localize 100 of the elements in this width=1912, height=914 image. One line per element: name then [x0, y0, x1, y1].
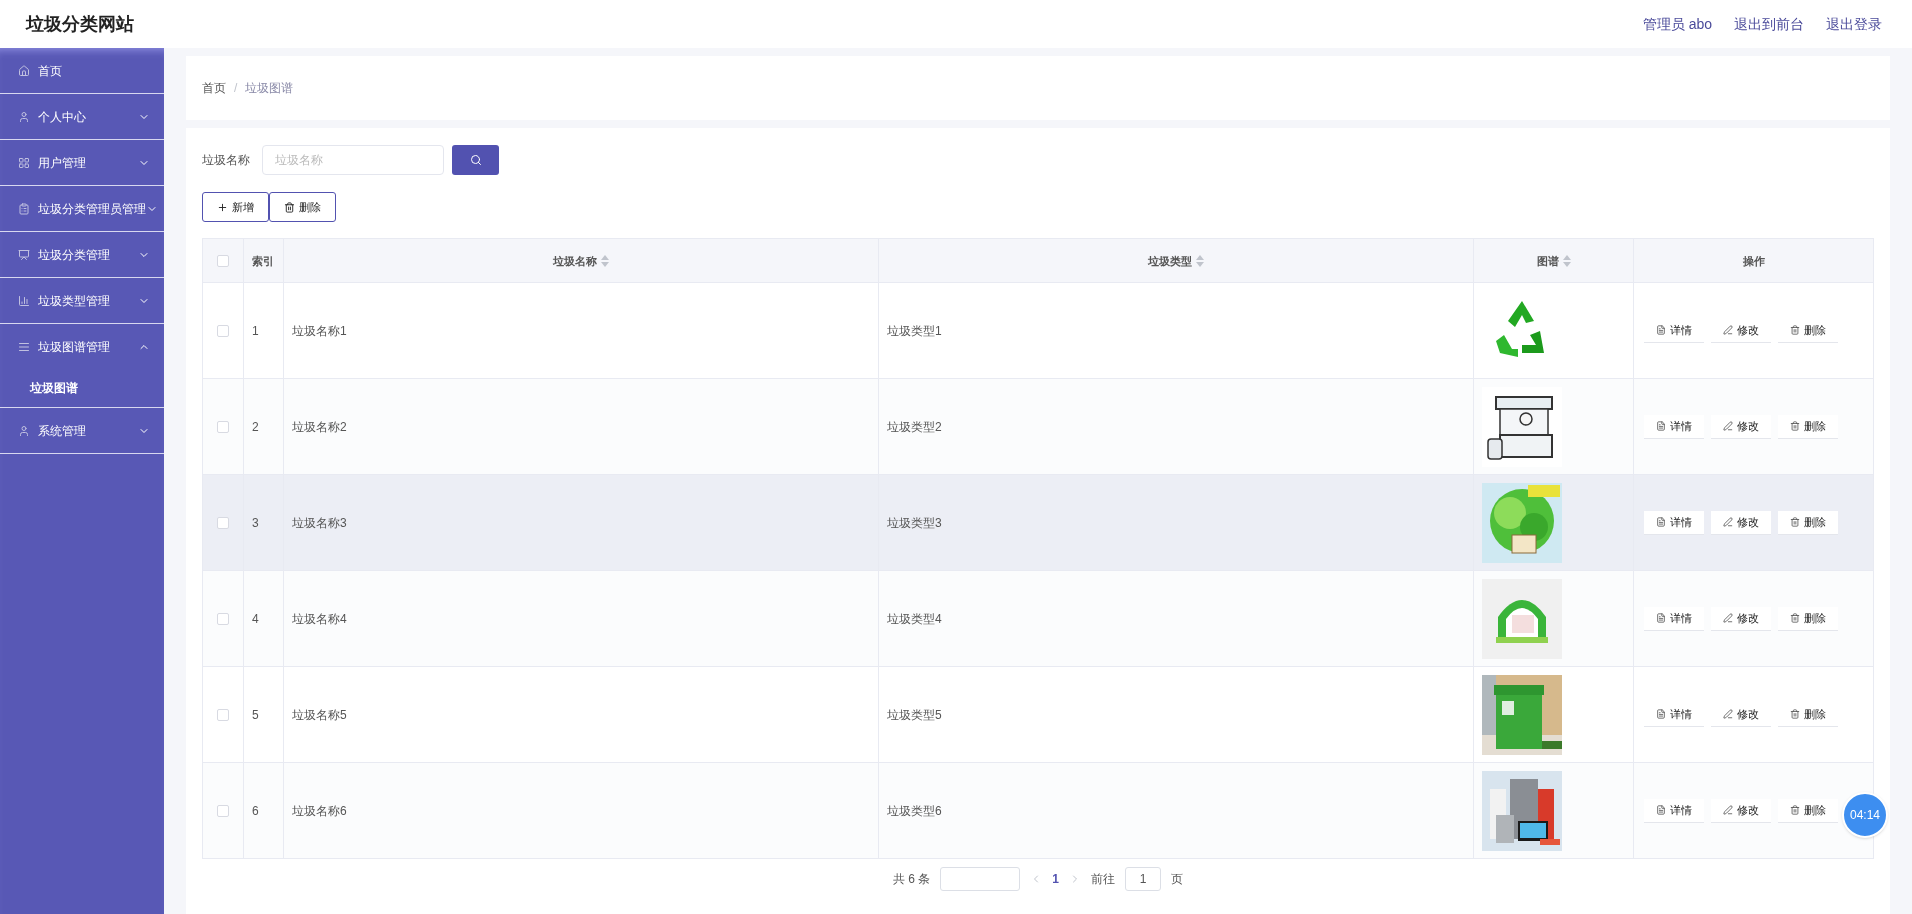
table-row[interactable]: 1 垃圾名称1 垃圾类型1 详情 修改 删除 — [202, 282, 1874, 379]
column-header: 索引 — [252, 253, 274, 269]
sidebar-item[interactable]: 垃圾类型管理 — [0, 278, 164, 323]
column-header: 垃圾名称 — [553, 253, 597, 269]
edit-button[interactable]: 修改 — [1711, 606, 1771, 631]
trash-icon — [1790, 325, 1800, 335]
document-icon — [1656, 709, 1666, 719]
sidebar-item[interactable]: 个人中心 — [0, 94, 164, 139]
detail-button[interactable]: 详情 — [1644, 606, 1704, 631]
table-cell: 垃圾名称3 — [292, 515, 347, 530]
user-icon — [18, 424, 30, 437]
add-button[interactable]: 新增 — [202, 192, 269, 222]
sidebar-subitem[interactable]: 垃圾图谱 — [0, 369, 164, 407]
row-checkbox[interactable] — [217, 517, 229, 530]
table-cell: 垃圾名称6 — [292, 803, 347, 818]
table-cell: 垃圾类型5 — [887, 707, 942, 722]
table-row[interactable]: 2 垃圾名称2 垃圾类型2 详情 修改 删除 — [202, 378, 1874, 475]
detail-button[interactable]: 详情 — [1644, 798, 1704, 823]
table-cell: 垃圾类型3 — [887, 515, 942, 530]
table-cell: 2 — [252, 419, 259, 434]
table-cell: 垃圾名称4 — [292, 611, 347, 626]
pencil-icon — [1723, 805, 1733, 815]
table-cell: 垃圾名称1 — [292, 323, 347, 338]
delete-button[interactable]: 删除 — [1778, 414, 1838, 439]
document-icon — [1656, 805, 1666, 815]
edit-button[interactable]: 修改 — [1711, 510, 1771, 535]
table-cell: 垃圾类型1 — [887, 323, 942, 338]
page-number[interactable]: 1 — [1052, 870, 1059, 888]
menu-icon — [18, 340, 30, 353]
table-cell: 垃圾名称5 — [292, 707, 347, 722]
column-header: 垃圾类型 — [1148, 253, 1192, 269]
sort-icon[interactable] — [1562, 254, 1571, 267]
column-header: 操作 — [1742, 253, 1765, 269]
row-checkbox[interactable] — [217, 325, 229, 338]
search-icon — [469, 154, 482, 166]
trash-icon — [1790, 709, 1800, 719]
sidebar-item[interactable]: 首页 — [0, 48, 164, 93]
goto-label: 前往 — [1091, 871, 1115, 888]
home-icon — [18, 64, 30, 77]
row-checkbox[interactable] — [217, 613, 229, 626]
page-size-select[interactable] — [940, 867, 1021, 891]
search-field[interactable]: 垃圾名称 — [262, 145, 444, 175]
page-unit: 页 — [1171, 871, 1183, 888]
sidebar-item[interactable]: 垃圾图谱管理 — [0, 324, 164, 369]
grid-icon — [18, 156, 30, 169]
user-icon — [18, 110, 30, 123]
trash-icon — [1790, 805, 1800, 815]
table-row[interactable]: 5 垃圾名称5 垃圾类型5 详情 修改 删除 — [202, 666, 1874, 763]
edit-button[interactable]: 修改 — [1711, 798, 1771, 823]
sidebar-item[interactable]: 系统管理 — [0, 408, 164, 453]
search-label: 垃圾名称 — [202, 152, 250, 169]
search-button[interactable] — [452, 145, 499, 175]
document-icon — [1656, 325, 1666, 335]
bar-chart-icon — [18, 294, 30, 307]
sort-icon[interactable] — [1196, 254, 1204, 267]
table-row[interactable]: 3 垃圾名称3 垃圾类型3 详情 修改 删除 — [202, 474, 1874, 571]
header-link[interactable]: 退出到前台 — [1734, 13, 1804, 35]
pencil-icon — [1723, 709, 1733, 719]
pencil-icon — [1723, 325, 1733, 335]
sort-icon[interactable] — [601, 254, 609, 267]
header-link[interactable]: 退出登录 — [1826, 13, 1882, 35]
site-title: 垃圾分类网站 — [26, 12, 134, 36]
header-link[interactable]: 管理员 abo — [1642, 13, 1712, 35]
table-row[interactable]: 4 垃圾名称4 垃圾类型4 详情 修改 删除 — [202, 570, 1874, 667]
detail-button[interactable]: 详情 — [1644, 510, 1704, 535]
sidebar-item[interactable]: 用户管理 — [0, 140, 164, 185]
goto-page-field[interactable]: 1 — [1125, 867, 1161, 891]
delete-button[interactable]: 删除 — [1778, 798, 1838, 823]
delete-button[interactable]: 删除 — [1778, 606, 1838, 631]
pencil-icon — [1723, 421, 1733, 431]
table-cell: 垃圾类型6 — [887, 803, 942, 818]
detail-button[interactable]: 详情 — [1644, 414, 1704, 439]
signboard-icon — [18, 248, 30, 261]
pencil-icon — [1723, 613, 1733, 623]
breadcrumb-separator: / — [234, 80, 238, 97]
pencil-icon — [1723, 517, 1733, 527]
breadcrumb-link[interactable]: 垃圾图谱 — [245, 79, 294, 97]
delete-button[interactable]: 删除 — [1778, 510, 1838, 535]
row-checkbox[interactable] — [217, 805, 229, 818]
table-cell: 垃圾类型4 — [887, 611, 942, 626]
table-cell: 垃圾名称2 — [292, 419, 347, 434]
trash-icon — [1790, 421, 1800, 431]
row-checkbox[interactable] — [217, 709, 229, 722]
table-cell: 5 — [252, 707, 259, 722]
trash-icon — [284, 201, 295, 213]
document-icon — [1656, 517, 1666, 527]
table-cell: 3 — [252, 515, 259, 530]
row-checkbox[interactable] — [217, 421, 229, 434]
breadcrumb-link[interactable]: 首页 — [202, 79, 226, 97]
clipboard-icon — [18, 202, 30, 215]
sidebar-item[interactable]: 垃圾分类管理员管理 — [0, 186, 164, 231]
select-all-checkbox[interactable] — [217, 255, 229, 268]
edit-button[interactable]: 修改 — [1711, 414, 1771, 439]
table-cell: 1 — [252, 323, 259, 338]
plus-icon — [217, 201, 228, 213]
trash-icon — [1790, 613, 1800, 623]
trash-icon — [1790, 517, 1800, 527]
total-count: 共 6 条 — [893, 871, 931, 888]
sidebar-item[interactable]: 垃圾分类管理 — [0, 232, 164, 277]
delete-button[interactable]: 删除 — [269, 192, 336, 222]
